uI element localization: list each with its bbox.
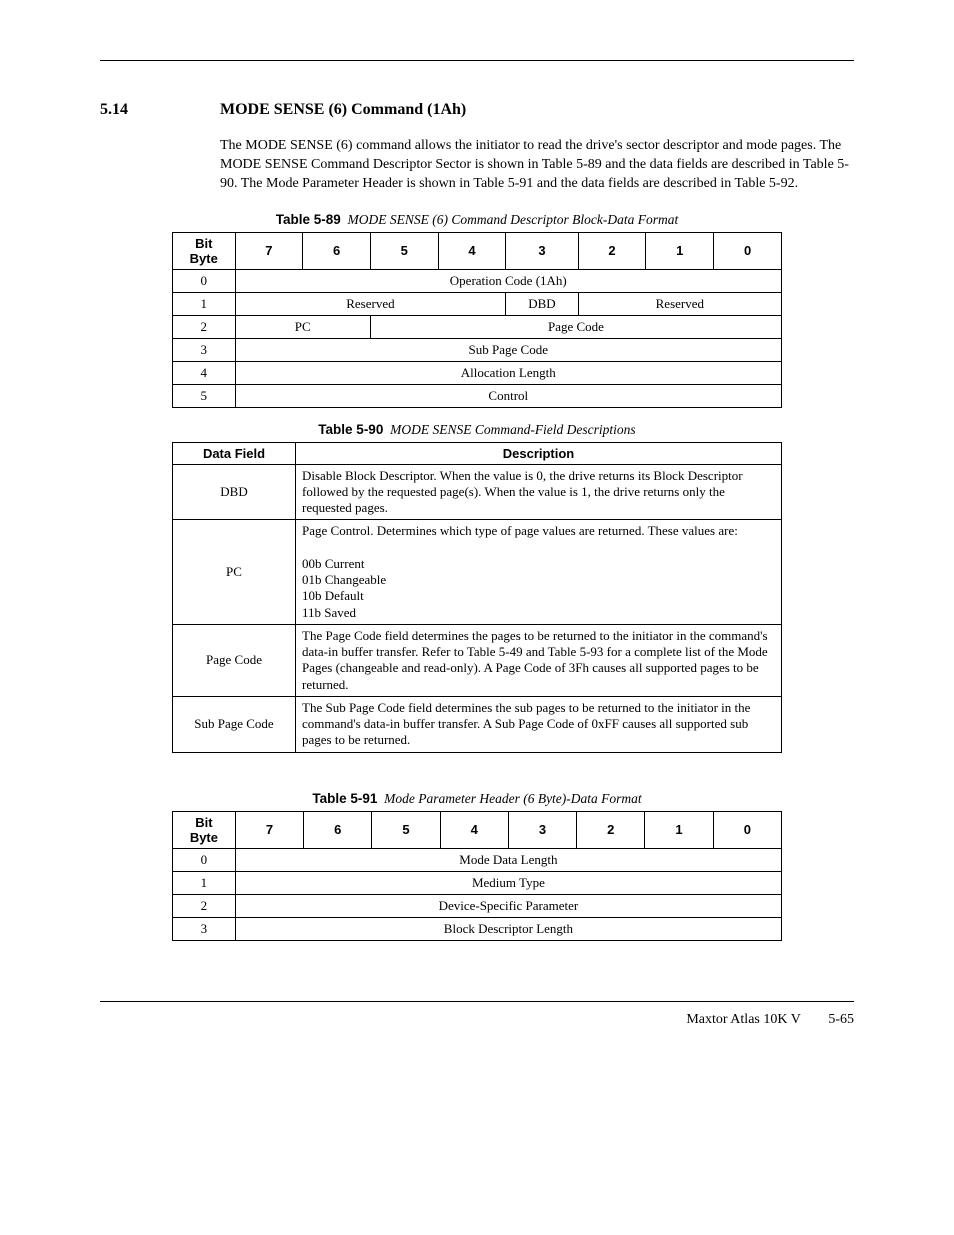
table-91-label: Table 5-91 [312,791,377,806]
table-91-caption: Table 5-91 Mode Parameter Header (6 Byte… [100,791,854,807]
t91-bit0: 0 [713,811,781,848]
t89-opcode: Operation Code (1Ah) [235,269,781,292]
t89-bit1: 1 [646,232,714,269]
t90-subpage-field: Sub Page Code [173,696,296,752]
footer-book: Maxtor Atlas 10K V [686,1012,800,1027]
t90-subpage-desc: The Sub Page Code field determines the s… [296,696,782,752]
footer-page: 5-65 [828,1012,854,1027]
t89-control: Control [235,384,781,407]
t89-bit0: 0 [714,232,782,269]
table-90-caption: Table 5-90 MODE SENSE Command-Field Desc… [100,422,854,438]
t89-pc: PC [235,315,370,338]
t89-corner: Bit Byte [173,232,236,269]
top-rule [100,60,854,61]
t89-bit5: 5 [370,232,438,269]
t91-bit6: 6 [304,811,372,848]
t89-pagecode: Page Code [370,315,781,338]
t91-byte2: 2 [173,894,236,917]
t89-bit4: 4 [438,232,506,269]
t91-modedatalen: Mode Data Length [235,848,781,871]
t89-byte0: 0 [173,269,236,292]
t89-bit2: 2 [578,232,646,269]
t89-subpage: Sub Page Code [235,338,781,361]
t90-hdr-field: Data Field [173,442,296,464]
table-91-title: Mode Parameter Header (6 Byte)-Data Form… [384,791,642,806]
t89-bit6: 6 [303,232,371,269]
t91-blockdesclen: Block Descriptor Length [235,917,781,940]
t90-pc-field: PC [173,520,296,625]
t90-dbd-desc: Disable Block Descriptor. When the value… [296,464,782,520]
t91-byte1: 1 [173,871,236,894]
table-89-title: MODE SENSE (6) Command Descriptor Block-… [348,212,679,227]
section-title: MODE SENSE (6) Command (1Ah) [220,101,466,119]
section-number: 5.14 [100,101,220,119]
bottom-rule [100,1001,854,1002]
t90-pc-v2: 10b Default [302,588,364,603]
t89-byte4: 4 [173,361,236,384]
table-90: Data Field Description DBD Disable Block… [172,442,782,753]
intro-paragraph: The MODE SENSE (6) command allows the in… [220,137,854,194]
section-heading: 5.14 MODE SENSE (6) Command (1Ah) [100,101,854,119]
t89-alloc: Allocation Length [235,361,781,384]
table-90-label: Table 5-90 [318,422,383,437]
t90-hdr-desc: Description [296,442,782,464]
t91-byte3: 3 [173,917,236,940]
t91-devspec: Device-Specific Parameter [235,894,781,917]
t89-byte2: 2 [173,315,236,338]
table-89: Bit Byte 7 6 5 4 3 2 1 0 0 Operation Cod… [172,232,782,408]
table-90-title: MODE SENSE Command-Field Descriptions [390,422,636,437]
t89-dbd: DBD [506,292,578,315]
t91-bit1: 1 [645,811,713,848]
t90-dbd-field: DBD [173,464,296,520]
table-89-caption: Table 5-89 MODE SENSE (6) Command Descri… [100,212,854,228]
table-89-label: Table 5-89 [276,212,341,227]
t91-bit2: 2 [577,811,645,848]
t89-byte3: 3 [173,338,236,361]
t89-byte1: 1 [173,292,236,315]
t90-pc-v0: 00b Current [302,556,364,571]
t90-pc-desc: Page Control. Determines which type of p… [296,520,782,625]
t91-byte0: 0 [173,848,236,871]
page-footer: Maxtor Atlas 10K V 5-65 [100,1012,854,1028]
t89-bit3: 3 [506,232,578,269]
t90-pc-intro: Page Control. Determines which type of p… [302,523,738,538]
t91-bit5: 5 [372,811,440,848]
table-91: Bit Byte 7 6 5 4 3 2 1 0 0 Mode Data Len… [172,811,782,941]
t89-bit7: 7 [235,232,303,269]
t90-pc-v3: 11b Saved [302,605,356,620]
t91-bit4: 4 [440,811,508,848]
t91-bit7: 7 [235,811,303,848]
t90-pagecode-field: Page Code [173,624,296,696]
t89-reserved1: Reserved [235,292,506,315]
t91-mediumtype: Medium Type [235,871,781,894]
t89-reserved2: Reserved [578,292,781,315]
t89-byte5: 5 [173,384,236,407]
t91-corner: Bit Byte [173,811,236,848]
t91-bit3: 3 [508,811,576,848]
t90-pagecode-desc: The Page Code field determines the pages… [296,624,782,696]
t90-pc-v1: 01b Changeable [302,572,386,587]
